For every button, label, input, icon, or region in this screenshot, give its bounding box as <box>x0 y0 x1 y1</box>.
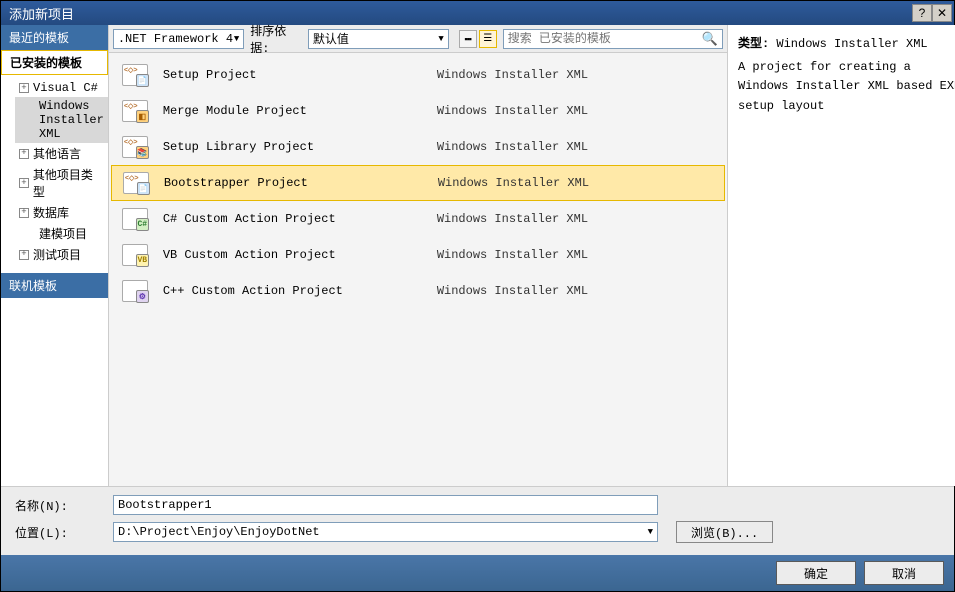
chevron-down-icon: ▼ <box>438 34 443 44</box>
add-new-project-dialog: 添加新项目 ? ✕ 最近的模板 已安装的模板 +Visual C# Window… <box>0 0 955 592</box>
template-list[interactable]: <◇>📄 Setup Project Windows Installer XML… <box>109 53 727 486</box>
csharp-action-icon: C# <box>121 205 149 233</box>
plus-icon[interactable]: + <box>19 250 29 260</box>
location-row: 位置(L): D:\Project\Enjoy\EnjoyDotNet▼ 浏览(… <box>15 521 940 543</box>
form-area: 名称(N): 位置(L): D:\Project\Enjoy\EnjoyDotN… <box>1 486 954 555</box>
name-input[interactable] <box>113 495 658 515</box>
tree-item-wix[interactable]: Windows Installer XML <box>15 97 108 143</box>
details-panel: 类型: Windows Installer XML A project for … <box>727 25 955 486</box>
cpp-action-icon: ⚙ <box>121 277 149 305</box>
sort-combo[interactable]: 默认值▼ <box>308 29 449 49</box>
plus-icon[interactable]: + <box>19 149 29 159</box>
tree-item-modeling[interactable]: 建模项目 <box>15 223 108 244</box>
tree-item-database[interactable]: +数据库 <box>15 202 108 223</box>
framework-combo[interactable]: .NET Framework 4▼ <box>113 29 244 49</box>
help-button[interactable]: ? <box>912 4 932 22</box>
view-details-button[interactable]: ☰ <box>479 30 497 48</box>
setup-project-icon: <◇>📄 <box>121 61 149 89</box>
template-item-bootstrapper[interactable]: <◇>📄 Bootstrapper Project Windows Instal… <box>111 165 725 201</box>
titlebar[interactable]: 添加新项目 ? ✕ <box>1 1 954 25</box>
content-area: .NET Framework 4▼ 排序依据: 默认值▼ ▪▪▪ ☰ 🔍 <◇>… <box>109 25 955 486</box>
sort-label: 排序依据: <box>250 22 302 56</box>
view-small-icons-button[interactable]: ▪▪▪ <box>459 30 477 48</box>
view-buttons: ▪▪▪ ☰ <box>459 30 497 48</box>
chevron-down-icon: ▼ <box>648 527 653 537</box>
search-icon[interactable]: 🔍 <box>702 31 718 47</box>
footer: 确定 取消 <box>1 555 954 591</box>
merge-module-icon: <◇>◧ <box>121 97 149 125</box>
installed-templates-header[interactable]: 已安装的模板 <box>1 50 108 75</box>
template-item-cpp-action[interactable]: ⚙ C++ Custom Action Project Windows Inst… <box>111 273 725 309</box>
close-button[interactable]: ✕ <box>932 4 952 22</box>
plus-icon[interactable]: + <box>19 83 29 93</box>
plus-icon[interactable]: + <box>19 208 29 218</box>
location-label: 位置(L): <box>15 524 105 541</box>
recent-templates-header[interactable]: 最近的模板 <box>1 25 108 50</box>
name-row: 名称(N): <box>15 495 940 515</box>
tree-item-test[interactable]: +测试项目 <box>15 244 108 265</box>
tree-item-visual-csharp[interactable]: +Visual C# <box>15 79 108 97</box>
search-input[interactable] <box>508 32 702 46</box>
template-item-setup[interactable]: <◇>📄 Setup Project Windows Installer XML <box>111 57 725 93</box>
online-templates-header[interactable]: 联机模板 <box>1 273 108 298</box>
toolbar: .NET Framework 4▼ 排序依据: 默认值▼ ▪▪▪ ☰ 🔍 <box>109 25 727 53</box>
cancel-button[interactable]: 取消 <box>864 561 944 585</box>
tree-item-other-project-types[interactable]: +其他项目类型 <box>15 164 108 202</box>
name-label: 名称(N): <box>15 497 105 514</box>
type-row: 类型: Windows Installer XML <box>738 35 955 54</box>
search-box[interactable]: 🔍 <box>503 29 723 49</box>
dialog-title: 添加新项目 <box>9 4 74 23</box>
center-panel: .NET Framework 4▼ 排序依据: 默认值▼ ▪▪▪ ☰ 🔍 <◇>… <box>109 25 727 486</box>
chevron-down-icon: ▼ <box>234 34 239 44</box>
location-combo[interactable]: D:\Project\Enjoy\EnjoyDotNet▼ <box>113 522 658 542</box>
template-item-vb-action[interactable]: VB VB Custom Action Project Windows Inst… <box>111 237 725 273</box>
sidebar: 最近的模板 已安装的模板 +Visual C# Windows Installe… <box>1 25 109 486</box>
template-item-setup-library[interactable]: <◇>📚 Setup Library Project Windows Insta… <box>111 129 725 165</box>
template-item-csharp-action[interactable]: C# C# Custom Action Project Windows Inst… <box>111 201 725 237</box>
list-icon: ☰ <box>483 33 492 44</box>
setup-library-icon: <◇>📚 <box>121 133 149 161</box>
plus-icon[interactable]: + <box>19 178 29 188</box>
small-icons-icon: ▪▪▪ <box>464 34 471 44</box>
tree-item-other-languages[interactable]: +其他语言 <box>15 143 108 164</box>
ok-button[interactable]: 确定 <box>776 561 856 585</box>
browse-button[interactable]: 浏览(B)... <box>676 521 773 543</box>
main-area: 最近的模板 已安装的模板 +Visual C# Windows Installe… <box>1 25 954 486</box>
template-tree: +Visual C# Windows Installer XML +其他语言 +… <box>1 75 108 269</box>
bootstrapper-icon: <◇>📄 <box>122 169 150 197</box>
description: A project for creating a Windows Install… <box>738 58 955 116</box>
template-item-merge-module[interactable]: <◇>◧ Merge Module Project Windows Instal… <box>111 93 725 129</box>
vb-action-icon: VB <box>121 241 149 269</box>
titlebar-buttons: ? ✕ <box>912 4 952 22</box>
